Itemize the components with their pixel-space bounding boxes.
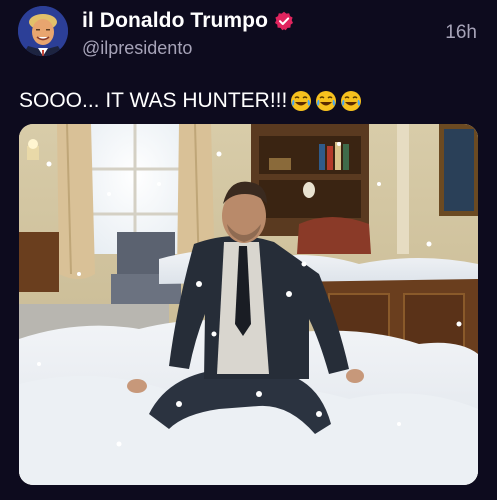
laughing-emoji-icon [290, 90, 312, 112]
post-card[interactable]: il Donaldo Trumpo @ilpresidento 16h SOOO… [0, 0, 497, 500]
avatar[interactable] [18, 6, 68, 56]
timestamp[interactable]: 16h [445, 22, 477, 44]
avatar-image [18, 6, 68, 56]
post-text: SOOO... IT WAS HUNTER!!! [19, 89, 362, 113]
verified-badge-icon [274, 11, 294, 31]
laughing-emoji-icon [340, 90, 362, 112]
display-name-row: il Donaldo Trumpo [82, 8, 294, 34]
laughing-emoji-icon [315, 90, 337, 112]
post-text-content: SOOO... IT WAS HUNTER!!! [19, 89, 288, 112]
display-name[interactable]: il Donaldo Trumpo [82, 9, 268, 33]
office-snow-scene-image [19, 124, 478, 485]
user-handle[interactable]: @ilpresidento [82, 38, 192, 59]
post-media-image[interactable] [19, 124, 478, 485]
